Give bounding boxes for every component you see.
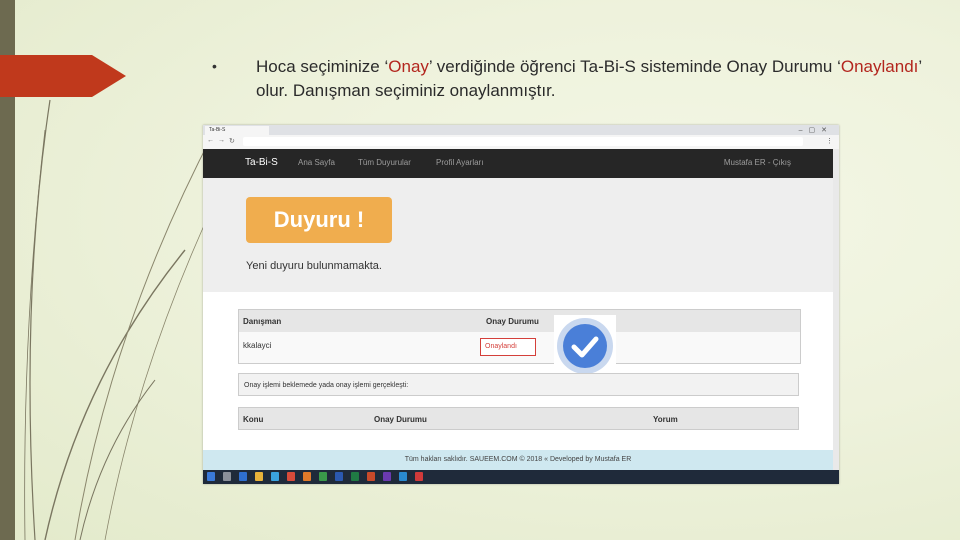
folder-icon[interactable] <box>255 472 263 481</box>
window-controls-icon[interactable]: –▢✕ <box>799 126 833 134</box>
outlook-icon[interactable] <box>399 472 407 481</box>
browser-menu-icon[interactable]: ⋮ <box>826 137 833 145</box>
site-navbar: Ta-Bi-S Ana Sayfa Tüm Duyurular Profil A… <box>203 149 833 178</box>
col-onay-durumu-2: Onay Durumu <box>374 415 427 424</box>
slide-paragraph: Hoca seçiminize ‘Onay’ verdiğinde öğrenc… <box>256 55 936 103</box>
brand-link[interactable]: Ta-Bi-S <box>245 157 278 168</box>
text-segment: ’ verdiğinde öğrenci Ta-Bi-S sisteminde … <box>428 57 841 76</box>
nav-profil-ayarlari[interactable]: Profil Ayarları <box>436 158 483 167</box>
app-icon[interactable] <box>319 472 327 481</box>
col-yorum: Yorum <box>653 415 678 424</box>
windows-taskbar <box>203 470 839 484</box>
firefox-icon[interactable] <box>303 472 311 481</box>
word-icon[interactable] <box>335 472 343 481</box>
embedded-screenshot: Ta-Bi-S –▢✕ ← → ↻ ⋮ Ta-Bi-S Ana Sayfa Tü… <box>203 125 839 484</box>
col-onay-durumu: Onay Durumu <box>486 317 539 326</box>
announcement-panel: Duyuru ! Yeni duyuru bulunmamakta. <box>203 178 833 292</box>
excel-icon[interactable] <box>351 472 359 481</box>
comments-table-header: Konu Onay Durumu Yorum <box>238 407 799 430</box>
browser-address-bar: ← → ↻ ⋮ <box>203 135 839 150</box>
bullet-point: • <box>212 58 217 74</box>
check-circle-icon <box>554 315 616 377</box>
onenote-icon[interactable] <box>383 472 391 481</box>
forward-icon[interactable]: → <box>218 137 225 144</box>
page-scrollbar[interactable] <box>833 149 839 470</box>
advisor-table: Danışman Onay Durumu kkalayci Onaylandı <box>238 309 801 364</box>
info-panel: Onay işlemi beklemede yada onay işlemi g… <box>238 373 799 396</box>
status-badge: Onaylandı <box>480 338 536 356</box>
highlight-onay: Onay <box>388 57 429 76</box>
pdf-icon[interactable] <box>415 472 423 481</box>
nav-tum-duyurular[interactable]: Tüm Duyurular <box>358 158 411 167</box>
search-icon[interactable] <box>223 472 231 481</box>
advisor-name: kkalayci <box>243 341 272 350</box>
site-footer: Tüm hakları saklıdır. SAUEEM.COM © 2018 … <box>203 450 833 470</box>
table-row: kkalayci Onaylandı <box>239 332 800 363</box>
announcement-text: Yeni duyuru bulunmamakta. <box>246 260 382 272</box>
url-input[interactable] <box>243 137 803 146</box>
announcement-button[interactable]: Duyuru ! <box>246 197 392 243</box>
browser-tab[interactable]: Ta-Bi-S <box>205 126 269 135</box>
col-danisman: Danışman <box>243 317 282 326</box>
browser-tab-strip: Ta-Bi-S –▢✕ <box>203 125 839 135</box>
chrome-icon[interactable] <box>287 472 295 481</box>
col-konu: Konu <box>243 415 264 424</box>
store-icon[interactable] <box>271 472 279 481</box>
start-icon[interactable] <box>207 472 215 481</box>
text-segment: Hoca seçiminize ‘ <box>256 57 389 76</box>
highlight-onaylandi: Onaylandı <box>840 57 919 76</box>
edge-icon[interactable] <box>239 472 247 481</box>
back-icon[interactable]: ← <box>207 137 214 144</box>
red-arrow-shape <box>0 55 126 97</box>
user-logout-link[interactable]: Mustafa ER - Çıkış <box>724 158 791 167</box>
advisor-table-header: Danışman Onay Durumu <box>239 310 800 332</box>
reload-icon[interactable]: ↻ <box>229 137 235 145</box>
powerpoint-icon[interactable] <box>367 472 375 481</box>
nav-ana-sayfa[interactable]: Ana Sayfa <box>298 158 335 167</box>
